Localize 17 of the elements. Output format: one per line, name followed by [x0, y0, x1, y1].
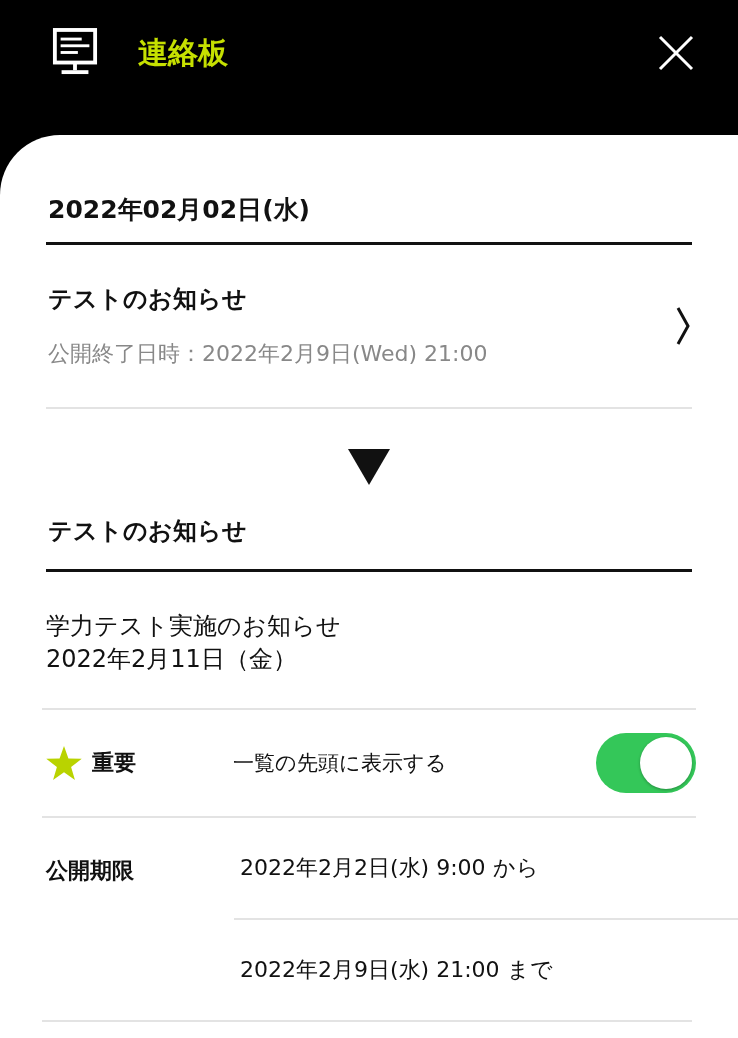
period-label: 公開期限 — [46, 858, 134, 883]
period-date: 2022年2月2日(水) 9:00 から — [240, 854, 539, 882]
chevron-right-icon — [676, 306, 690, 346]
down-triangle-icon — [348, 449, 390, 485]
star-icon — [46, 746, 82, 780]
body-text: 学力テスト実施のお知らせ — [46, 611, 342, 642]
toggle-switch[interactable] — [596, 733, 696, 793]
important-label: 重要 — [92, 749, 136, 777]
app-title: 連絡板 — [138, 34, 228, 72]
detail-title: テストのお知らせ — [46, 507, 692, 572]
whiteboard-icon — [52, 27, 98, 77]
body-text: 2022年2月11日（金） — [46, 644, 298, 675]
date-heading: 2022年02月02日(水) — [46, 135, 692, 245]
pin-to-top-label: 一覧の先頭に表示する — [233, 750, 448, 777]
period-date: 2022年2月9日(水) 21:00 まで — [240, 956, 553, 984]
notice-item[interactable]: テストのお知らせ 公開終了日時：2022年2月9日(Wed) 21:00 — [46, 245, 692, 409]
close-icon[interactable] — [658, 35, 694, 71]
